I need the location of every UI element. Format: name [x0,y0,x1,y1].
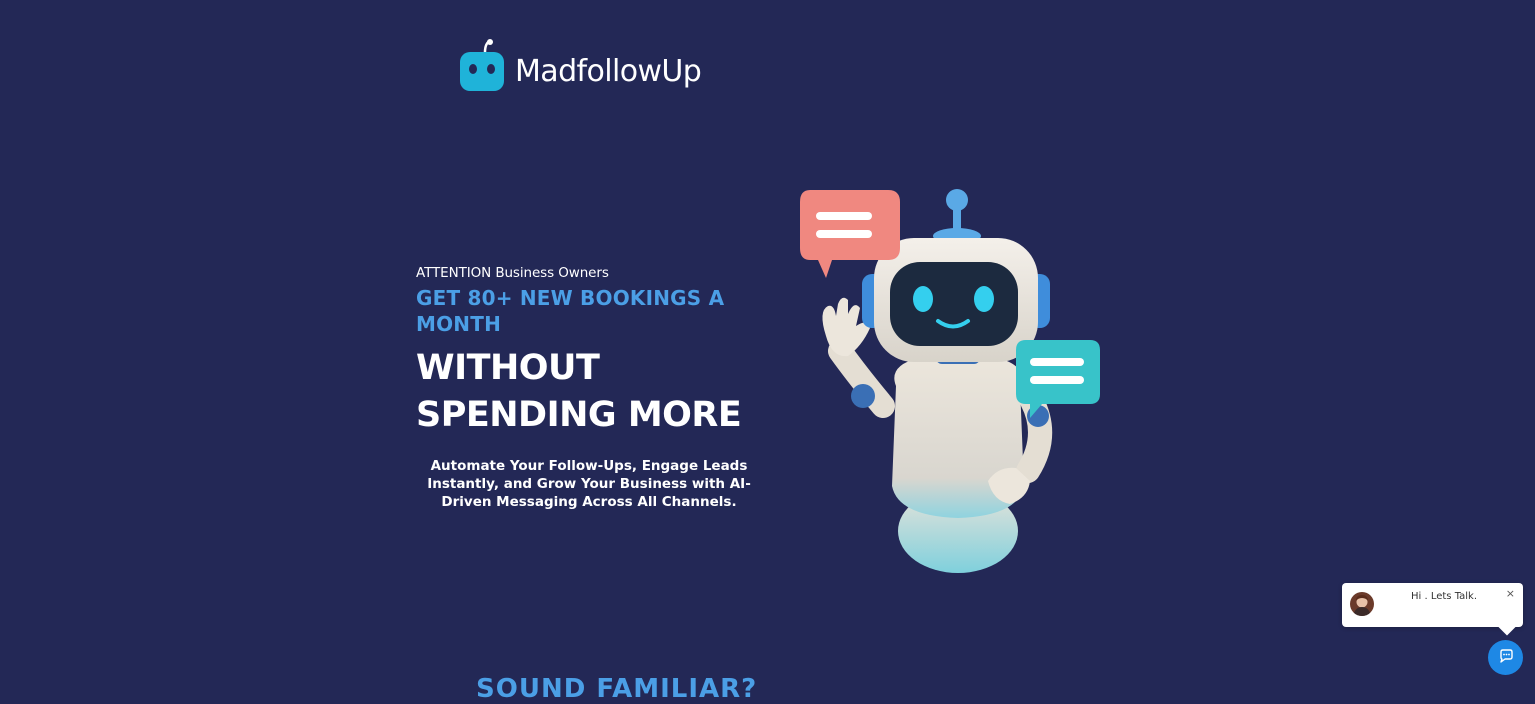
chat-preview-bubble[interactable]: Hi . Lets Talk. × [1342,583,1523,627]
hero-subtext: Automate Your Follow-Ups, Engage Leads I… [427,458,751,510]
brand-name: MadfollowUp [515,54,702,89]
chat-launcher-button[interactable] [1488,640,1523,675]
hero-section: ATTENTION Business Owners GET 80+ NEW BO… [416,264,776,511]
chat-icon [1498,648,1514,668]
headline-primary: GET 80+ NEW BOOKINGS A MONTH [416,286,725,336]
brand-logo[interactable]: MadfollowUp [459,38,702,92]
chat-message: Hi . Lets Talk. [1411,591,1478,602]
waving-robot-illustration [788,186,1108,578]
close-icon[interactable]: × [1506,588,1515,600]
avatar [1350,592,1374,616]
attention-label: ATTENTION Business Owners [416,265,609,281]
headline-secondary: WITHOUT SPENDING MORE [416,348,742,435]
section-heading: SOUND FAMILIAR? [476,674,758,704]
robot-head-icon [459,38,505,92]
